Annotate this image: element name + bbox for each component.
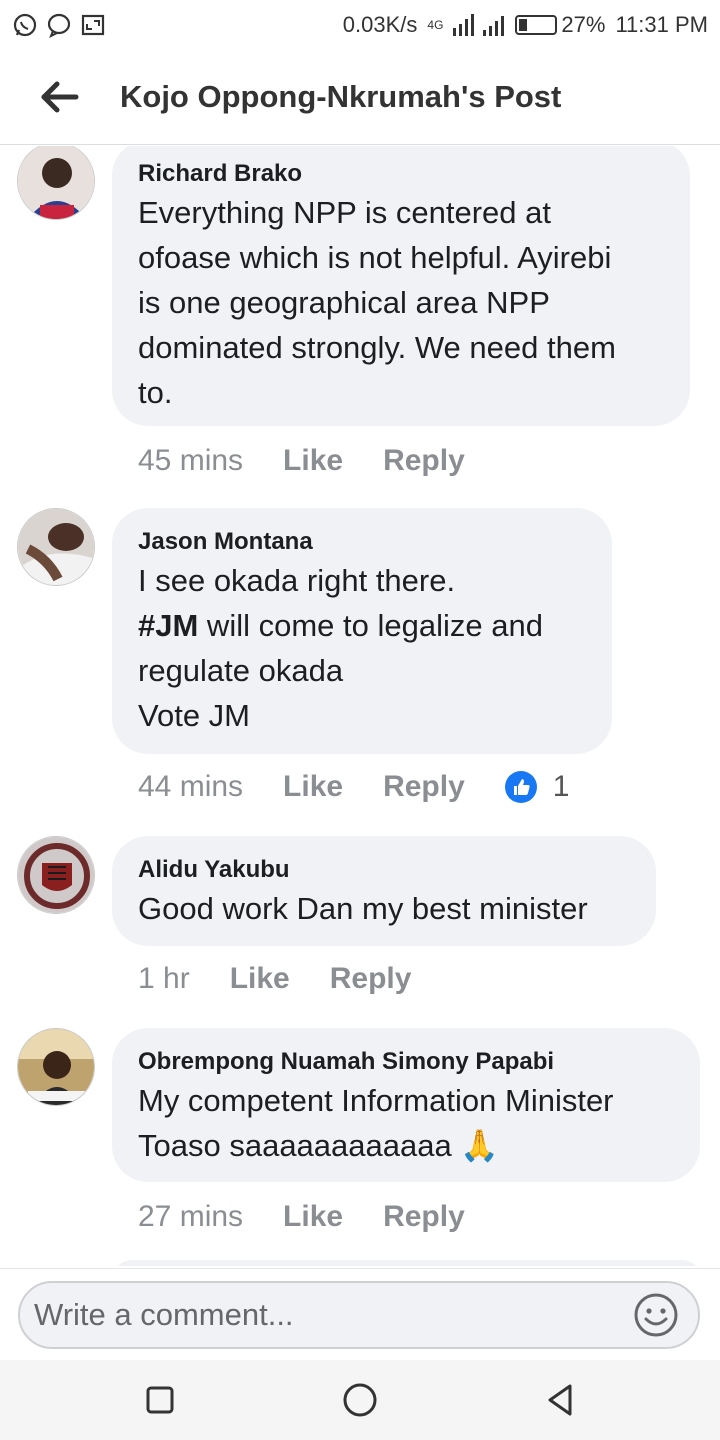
like-button[interactable]: Like [283,444,343,478]
hashtag-link[interactable]: #JM [138,608,198,643]
recent-apps-button[interactable] [140,1380,180,1420]
comment-meta: 45 mins Like Reply [138,444,505,478]
arrow-left-icon [41,81,79,113]
signal-icon [453,14,505,36]
smiley-icon[interactable] [632,1291,680,1339]
comment-author[interactable]: Richard Brako [138,158,664,190]
comment-input[interactable] [18,1281,700,1349]
comment-line: Everything NPP is centered at [138,195,551,230]
comment-line: #JM will come to legalize and [138,603,586,648]
comment-line: Vote JM [138,698,250,733]
square-icon [146,1386,174,1414]
comment-bubble[interactable]: Obrempong Nuamah Simony Papabi My compet… [112,1028,700,1182]
thumbs-up-icon [504,771,537,803]
avatar[interactable] [17,146,95,220]
comment-bubble[interactable]: Jason Montana I see okada right there. #… [112,508,612,754]
system-back-button[interactable] [540,1380,580,1420]
comment-meta: 44 mins Like Reply 1 [138,770,569,804]
comment-time[interactable]: 1 hr [138,962,190,996]
comment-line: Toaso saaaaaaaaaaaa 🙏 [138,1123,674,1168]
comment-line: My competent Information Minister [138,1083,614,1118]
reply-button[interactable]: Reply [383,444,465,478]
comment-time[interactable]: 44 mins [138,770,243,804]
like-button[interactable]: Like [283,770,343,804]
comment-composer [0,1268,720,1360]
circle-icon [343,1383,377,1417]
status-right: 0.03K/s 4G 27% 11:31 PM [343,12,708,38]
like-button[interactable]: Like [230,962,290,996]
comment-line: is one geographical area NPP [138,285,550,320]
battery-icon [515,15,558,35]
comment-time[interactable]: 27 mins [138,1200,243,1234]
reaction-summary[interactable]: 1 [504,770,570,804]
avatar[interactable] [17,836,95,914]
page-title: Kojo Oppong-Nkrumah's Post [120,79,562,114]
clock: 11:31 PM [615,12,708,37]
home-button[interactable] [340,1380,380,1420]
comment-line: to. [138,375,173,410]
praying-hands-emoji: 🙏 [460,1128,499,1163]
next-comment-peek [112,1260,702,1266]
like-button[interactable]: Like [283,1200,343,1234]
network-type: 4G [427,18,444,32]
reply-button[interactable]: Reply [330,962,412,996]
system-nav-bar [0,1360,720,1440]
messenger-icon [47,13,71,38]
triangle-back-icon [548,1384,572,1416]
comment-line: ofoase which is not helpful. Ayirebi [138,240,612,275]
status-left-icons [12,12,106,38]
comment-line-rest: will come to legalize and [198,608,543,643]
reply-button[interactable]: Reply [383,770,465,804]
comment-time[interactable]: 45 mins [138,444,243,478]
avatar[interactable] [17,1028,95,1106]
comment-line-text: Toaso saaaaaaaaaaaa [138,1128,452,1163]
comment-text: I see okada right there. #JM will come t… [138,558,586,738]
comments-list[interactable]: Richard Brako Everything NPP is centered… [0,146,720,1266]
comment-bubble[interactable]: Richard Brako Everything NPP is centered… [112,146,690,426]
comment-line: dominated strongly. We need them [138,330,616,365]
comment-meta: 27 mins Like Reply [138,1200,505,1234]
comment-bubble[interactable]: Alidu Yakubu Good work Dan my best minis… [112,836,656,946]
avatar[interactable] [17,508,95,586]
screenshot-icon [81,14,105,36]
battery-percent: 27% [561,12,606,37]
comment-text: Everything NPP is centered at ofoase whi… [138,190,664,415]
comment-line: regulate okada [138,653,344,688]
comment-text: Good work Dan my best minister [138,891,588,926]
reply-button[interactable]: Reply [383,1200,465,1234]
comment-meta: 1 hr Like Reply [138,962,451,996]
comment-author[interactable]: Jason Montana [138,526,586,558]
whatsapp-icon [13,13,37,37]
battery-indicator: 27% [515,12,605,38]
network-speed: 0.03K/s [342,12,418,37]
back-button[interactable] [0,50,120,145]
comment-author[interactable]: Alidu Yakubu [138,854,630,886]
comment-text: My competent Information Minister Toaso … [138,1078,674,1168]
comment-line: I see okada right there. [138,563,456,598]
reaction-count: 1 [552,770,570,803]
app-header: Kojo Oppong-Nkrumah's Post [0,50,720,145]
comment-author[interactable]: Obrempong Nuamah Simony Papabi [138,1046,674,1078]
status-bar: 0.03K/s 4G 27% 11:31 PM [0,0,720,50]
